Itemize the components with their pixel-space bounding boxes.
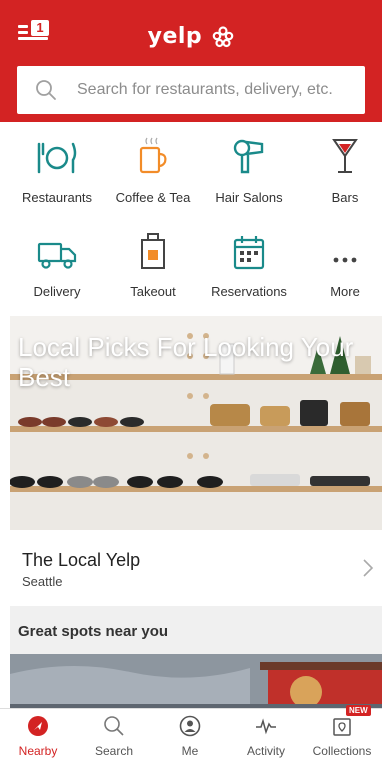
activity-icon	[256, 718, 276, 735]
more-icon	[333, 257, 357, 263]
spot-photo[interactable]	[10, 654, 382, 710]
tab-nearby[interactable]: Nearby	[0, 709, 76, 763]
chevron-right-icon	[363, 559, 374, 577]
hair-dryer-icon	[233, 139, 264, 174]
tab-label: Nearby	[18, 744, 58, 758]
tab-search[interactable]: Search	[76, 709, 152, 763]
category-label: Bars	[331, 190, 359, 205]
category-label: Reservations	[211, 284, 287, 299]
category-label: Hair Salons	[215, 190, 283, 205]
cocktail-icon	[332, 139, 358, 173]
category-label: Coffee & Tea	[115, 190, 191, 205]
calendar-icon	[233, 236, 265, 270]
category-label: Restaurants	[21, 190, 93, 205]
bottom-tab-bar: Nearby Search Me Activity NEW Collection…	[0, 705, 382, 763]
search-icon	[104, 716, 124, 736]
card-subtitle: Seattle	[22, 574, 63, 589]
nearby-icon	[28, 716, 48, 736]
category-reservations[interactable]: Reservations	[201, 226, 297, 299]
hero-title: Local Picks For Looking Your Best	[18, 332, 354, 392]
coffee-icon	[139, 137, 167, 174]
header-top-bar: 1 yelp	[0, 0, 382, 60]
app-header: 1 yelp Search for restaurants, delivery,…	[0, 0, 382, 122]
takeout-bag-icon	[141, 233, 165, 269]
category-coffee[interactable]: Coffee & Tea	[105, 132, 201, 205]
yelp-logo: yelp	[0, 24, 382, 49]
yelp-burst-icon	[213, 26, 234, 48]
search-input[interactable]: Search for restaurants, delivery, etc.	[77, 81, 333, 99]
tab-label: Activity	[246, 744, 285, 758]
category-label: Takeout	[130, 284, 176, 299]
logo-text: yelp	[147, 24, 203, 49]
category-takeout[interactable]: Takeout	[105, 226, 201, 299]
new-badge: NEW	[346, 705, 371, 716]
spot-photo-image	[10, 654, 382, 710]
tab-label: Search	[94, 744, 134, 758]
tab-label: Collections	[312, 744, 372, 758]
category-more[interactable]: More	[297, 226, 382, 299]
delivery-truck-icon	[37, 242, 77, 269]
tab-activity[interactable]: Activity	[228, 709, 304, 763]
tab-me[interactable]: Me	[152, 709, 228, 763]
profile-icon	[179, 715, 201, 737]
search-bar[interactable]: Search for restaurants, delivery, etc.	[17, 66, 365, 114]
search-icon	[36, 80, 56, 100]
local-yelp-card[interactable]: The Local Yelp Seattle	[10, 530, 382, 606]
section-title: Great spots near you	[18, 623, 169, 640]
category-grid: Restaurants Coffee & Tea Hair Salons Bar…	[0, 122, 382, 314]
category-label: More	[330, 284, 360, 299]
hero-banner[interactable]: Local Picks For Looking Your Best	[10, 316, 382, 530]
category-delivery[interactable]: Delivery	[9, 226, 105, 299]
card-title: The Local Yelp	[22, 550, 141, 570]
category-restaurants[interactable]: Restaurants	[9, 132, 105, 205]
category-bars[interactable]: Bars	[297, 132, 382, 205]
tab-collections[interactable]: NEW Collections	[304, 705, 380, 763]
tab-label: Me	[181, 744, 199, 758]
category-hair-salons[interactable]: Hair Salons	[201, 132, 297, 205]
section-header: Great spots near you	[10, 606, 382, 654]
category-label: Delivery	[33, 284, 81, 299]
collections-icon	[333, 718, 351, 736]
restaurants-icon	[37, 142, 77, 174]
